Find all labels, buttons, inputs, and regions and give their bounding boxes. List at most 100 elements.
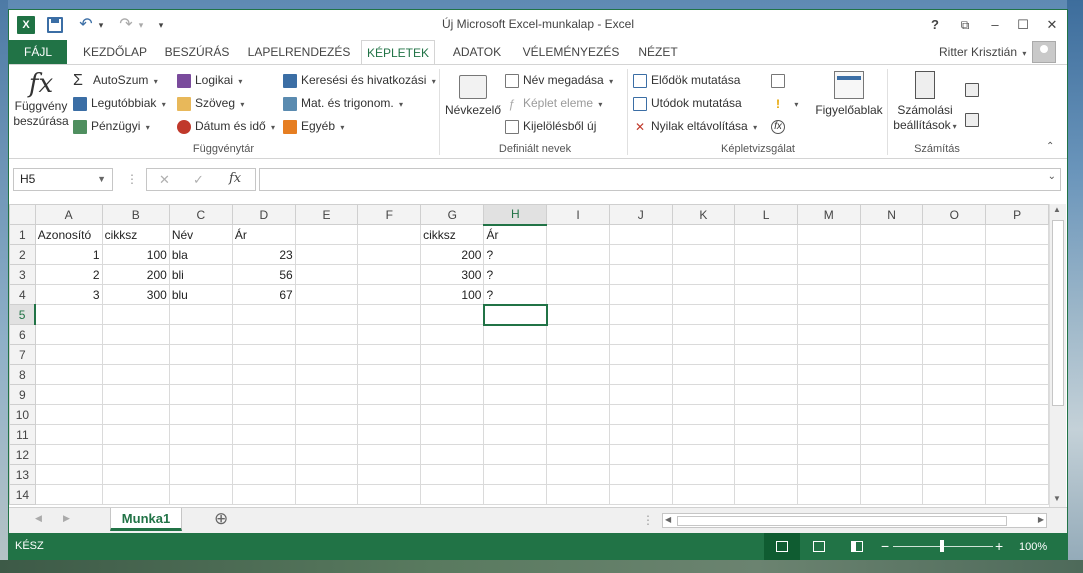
cell[interactable] xyxy=(420,384,485,405)
column-header[interactable]: P xyxy=(985,204,1049,225)
cell[interactable] xyxy=(985,304,1049,325)
cell[interactable] xyxy=(608,444,673,465)
cell[interactable]: ? xyxy=(483,244,548,265)
show-formulas-button[interactable] xyxy=(771,70,789,90)
page-break-view-icon[interactable] xyxy=(851,541,863,552)
cell[interactable] xyxy=(101,364,170,385)
calculate-now-button[interactable] xyxy=(965,79,983,99)
financial-button[interactable]: Pénzügyi ▾ xyxy=(73,116,150,136)
cell[interactable] xyxy=(294,364,359,385)
cell[interactable] xyxy=(168,344,233,365)
cell[interactable] xyxy=(482,303,548,326)
recent-button[interactable]: Legutóbbiak ▾ xyxy=(73,93,166,113)
column-header[interactable]: A xyxy=(34,204,103,225)
insert-function-icon[interactable]: fx xyxy=(229,171,241,186)
collapse-ribbon-icon[interactable]: ⌃ xyxy=(1046,141,1054,152)
cell[interactable]: Ár xyxy=(483,224,548,245)
cell[interactable] xyxy=(231,404,296,425)
column-header[interactable]: O xyxy=(922,204,987,225)
vertical-scrollbar[interactable]: ▲ ▼ xyxy=(1049,204,1066,507)
cell[interactable] xyxy=(294,244,359,265)
name-box[interactable]: H5 ▼ xyxy=(13,168,113,191)
zoom-in-button[interactable]: + xyxy=(995,538,1003,554)
cell[interactable] xyxy=(34,304,103,325)
cancel-icon[interactable]: ✕ xyxy=(159,172,170,188)
cell[interactable] xyxy=(546,444,610,465)
cell[interactable] xyxy=(608,264,673,285)
lookup-button[interactable]: Keresési és hivatkozási ▾ xyxy=(283,70,436,90)
insert-function-button[interactable]: fx Függvény beszúrása xyxy=(11,69,71,129)
cell[interactable] xyxy=(101,304,170,325)
cell[interactable] xyxy=(168,404,233,425)
row-header[interactable]: 10 xyxy=(9,404,36,425)
cell[interactable] xyxy=(985,404,1049,425)
cell[interactable] xyxy=(357,304,422,325)
cell[interactable] xyxy=(671,284,736,305)
cell[interactable]: Név xyxy=(168,224,233,245)
cell[interactable] xyxy=(796,384,861,405)
zoom-level[interactable]: 100% xyxy=(1019,541,1047,553)
cell[interactable] xyxy=(357,244,422,265)
cell[interactable] xyxy=(168,484,233,505)
cell[interactable] xyxy=(859,284,924,305)
cell[interactable]: bla xyxy=(168,244,233,265)
cell[interactable] xyxy=(734,424,798,445)
cell[interactable] xyxy=(357,344,422,365)
cell[interactable] xyxy=(985,424,1049,445)
scroll-up-icon[interactable]: ▲ xyxy=(1053,205,1061,214)
cell[interactable]: ? xyxy=(483,264,548,285)
cell[interactable] xyxy=(985,244,1049,265)
cell[interactable] xyxy=(985,324,1049,345)
cell[interactable] xyxy=(922,224,987,245)
cell[interactable] xyxy=(231,444,296,465)
cell[interactable] xyxy=(294,384,359,405)
row-header[interactable]: 6 xyxy=(9,324,36,345)
cell[interactable] xyxy=(608,384,673,405)
cell[interactable] xyxy=(608,344,673,365)
cell[interactable] xyxy=(859,364,924,385)
cell[interactable] xyxy=(985,444,1049,465)
column-header[interactable]: F xyxy=(357,204,422,225)
row-header[interactable]: 7 xyxy=(9,344,36,365)
row-header[interactable]: 12 xyxy=(9,444,36,465)
cell[interactable] xyxy=(357,464,422,485)
cell[interactable] xyxy=(985,384,1049,405)
cell[interactable] xyxy=(168,304,233,325)
cell[interactable] xyxy=(734,404,798,425)
column-header[interactable]: N xyxy=(859,204,924,225)
formula-input[interactable]: ⌄ xyxy=(259,168,1061,191)
cell[interactable] xyxy=(671,324,736,345)
cell[interactable]: 3 xyxy=(34,284,103,305)
horizontal-scroll-thumb[interactable] xyxy=(677,516,1007,526)
cell[interactable] xyxy=(34,444,103,465)
row-header[interactable]: 3 xyxy=(9,264,36,285)
cell[interactable] xyxy=(168,424,233,445)
cell[interactable]: 100 xyxy=(420,284,485,305)
cell[interactable] xyxy=(101,424,170,445)
cell[interactable] xyxy=(608,424,673,445)
cell[interactable] xyxy=(546,284,610,305)
cell[interactable] xyxy=(546,324,610,345)
cell[interactable] xyxy=(420,444,485,465)
cell[interactable] xyxy=(859,424,924,445)
cell[interactable] xyxy=(671,384,736,405)
cell[interactable] xyxy=(796,304,861,325)
datetime-button[interactable]: Dátum és idő ▾ xyxy=(177,116,275,136)
cell[interactable] xyxy=(734,384,798,405)
scroll-down-icon[interactable]: ▼ xyxy=(1053,494,1061,503)
cell[interactable] xyxy=(922,324,987,345)
cell[interactable] xyxy=(231,344,296,365)
cell[interactable] xyxy=(357,484,422,505)
tab-file[interactable]: FÁJL xyxy=(9,40,67,64)
cell[interactable] xyxy=(357,284,422,305)
cell[interactable] xyxy=(985,464,1049,485)
cell[interactable] xyxy=(294,324,359,345)
cell[interactable] xyxy=(546,424,610,445)
cell[interactable]: 300 xyxy=(101,284,170,305)
column-header[interactable]: J xyxy=(608,204,673,225)
cell[interactable] xyxy=(922,304,987,325)
cell[interactable]: Azonosító xyxy=(34,224,103,245)
cell[interactable] xyxy=(231,364,296,385)
cell[interactable] xyxy=(357,444,422,465)
cell[interactable] xyxy=(231,384,296,405)
